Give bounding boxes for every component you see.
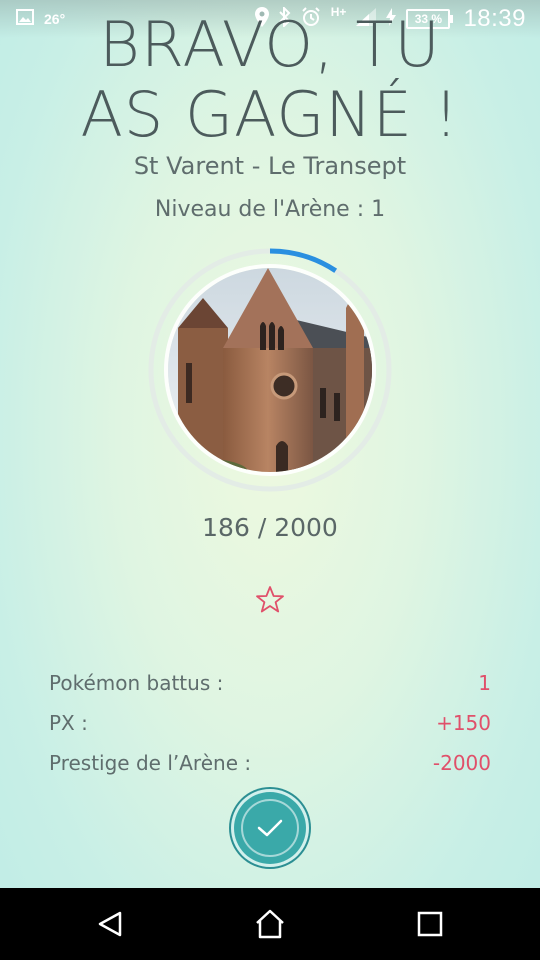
- check-icon: [257, 819, 283, 837]
- back-triangle-icon: [98, 911, 122, 937]
- recents-square-icon: [417, 911, 443, 937]
- back-button[interactable]: [80, 894, 140, 954]
- stat-label: Pokémon battus :: [49, 671, 224, 695]
- navigation-bar: [0, 888, 540, 960]
- gym-level: Niveau de l'Arène : 1: [154, 197, 386, 222]
- stat-value: 1: [478, 671, 491, 695]
- confirm-button[interactable]: [234, 792, 306, 864]
- stat-row-gym-prestige: Prestige de l’Arène : -2000: [49, 743, 491, 783]
- battle-stats: Pokémon battus : 1 PX : +150 Prestige de…: [49, 663, 491, 783]
- home-icon: [256, 909, 284, 939]
- stat-label: Prestige de l’Arène :: [49, 751, 252, 775]
- home-button[interactable]: [240, 894, 300, 954]
- star-icon: [256, 586, 284, 613]
- victory-title: BRAVO, TU AS GAGNÉ !: [80, 8, 460, 151]
- stat-value: +150: [436, 711, 491, 735]
- stat-label: PX :: [49, 711, 88, 735]
- confirm-button-inner: [241, 799, 299, 857]
- stat-value: -2000: [432, 751, 491, 775]
- prestige-count: 186 / 2000: [202, 513, 338, 542]
- recents-button[interactable]: [400, 894, 460, 954]
- stat-row-pokemon-defeated: Pokémon battus : 1: [49, 663, 491, 703]
- gym-name: St Varent - Le Transept: [133, 152, 407, 180]
- stat-row-xp: PX : +150: [49, 703, 491, 743]
- gym-photo: [168, 268, 372, 472]
